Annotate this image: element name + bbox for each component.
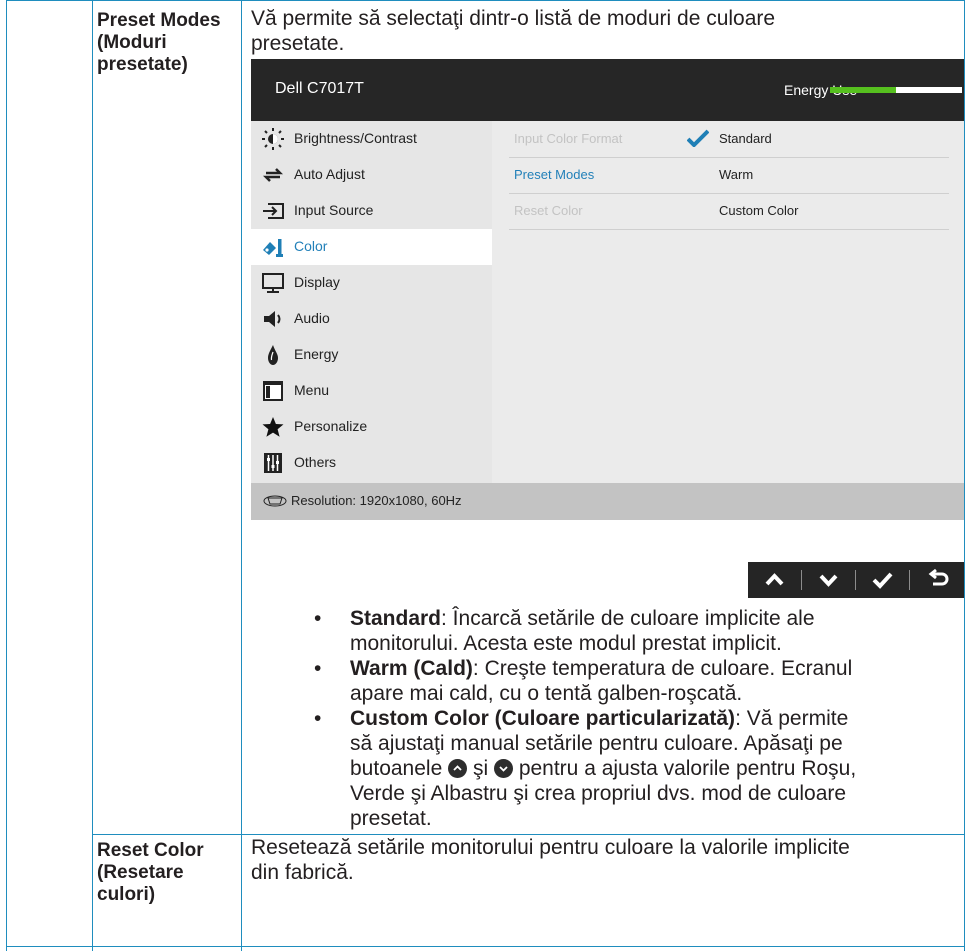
bullet-term: Warm (Cald) xyxy=(350,657,473,680)
submenu-row-preset-modes[interactable]: Preset Modes Warm xyxy=(509,157,949,194)
up-arrow-icon xyxy=(765,573,784,586)
menu-item-others[interactable]: Others xyxy=(251,445,492,481)
bullet-term: Standard xyxy=(350,607,442,630)
menu-item-label: Personalize xyxy=(294,418,368,434)
table-border-right xyxy=(964,0,965,951)
input-source-icon xyxy=(263,203,284,219)
table-border-col2 xyxy=(241,0,242,951)
osd-title: Dell C7017T xyxy=(275,80,364,97)
auto-adjust-icon xyxy=(262,168,284,182)
submenu-label: Reset Color xyxy=(514,203,583,218)
osd-header: Dell C7017T Energy Use xyxy=(251,59,964,121)
submenu-row-reset-color[interactable]: Reset Color Custom Color xyxy=(509,193,949,230)
energy-icon xyxy=(268,345,278,365)
bullet-custom-color: Custom Color (Culoare particularizată): … xyxy=(350,707,857,830)
bullet-standard: Standard: Încarcă setările de culoare im… xyxy=(350,607,815,655)
menu-item-label: Auto Adjust xyxy=(294,166,365,182)
bullet-term: Custom Color (Culoare particularizată) xyxy=(350,707,736,730)
submenu-value: Warm xyxy=(719,167,754,182)
submenu-value: Standard xyxy=(719,131,772,146)
bullet-marker: • xyxy=(314,607,322,630)
menu-item-label: Others xyxy=(294,454,337,470)
row-desc-preset-modes: Vă permite să selectaţi dintr-o listă de… xyxy=(251,7,776,55)
star-icon xyxy=(262,417,284,437)
menu-item-brightness-contrast[interactable]: Brightness/Contrast xyxy=(251,121,492,157)
osd-submenu-panel: Input Color Format Standard Preset Modes… xyxy=(492,121,964,483)
osd-footer: Resolution: 1920x1080, 60Hz xyxy=(251,483,964,520)
table-border-bottom xyxy=(6,946,965,947)
menu-item-label: Color xyxy=(294,238,328,254)
down-button[interactable] xyxy=(802,562,855,598)
brightness-icon xyxy=(262,128,284,150)
submenu-label: Preset Modes xyxy=(514,167,595,182)
vga-connector-icon xyxy=(263,495,287,507)
others-icon xyxy=(264,453,282,473)
energy-use-bar xyxy=(830,87,962,93)
resolution-text: Resolution: 1920x1080, 60Hz xyxy=(291,493,462,508)
menu-item-menu[interactable]: Menu xyxy=(251,373,492,409)
row-desc-reset-color: Resetează setările monitorului pentru cu… xyxy=(251,836,850,884)
menu-item-label: Audio xyxy=(294,310,330,326)
display-icon xyxy=(262,273,284,293)
menu-item-audio[interactable]: Audio xyxy=(251,301,492,337)
ok-button[interactable] xyxy=(856,562,909,598)
back-icon xyxy=(928,568,949,586)
row-label-preset-modes: Preset Modes (Moduri presetate) xyxy=(97,10,221,75)
menu-item-label: Input Source xyxy=(294,202,374,218)
osd-main-menu: Brightness/Contrast Auto Adjust Input So… xyxy=(251,121,492,483)
row-label-reset-color: Reset Color (Resetare culori) xyxy=(97,840,204,905)
down-arrow-icon xyxy=(819,574,838,587)
menu-item-color[interactable]: Color xyxy=(251,229,492,265)
checkmark-icon xyxy=(872,572,893,589)
submenu-label: Input Color Format xyxy=(514,131,623,146)
menu-item-personalize[interactable]: Personalize xyxy=(251,409,492,445)
up-button-icon xyxy=(448,759,468,778)
menu-item-energy[interactable]: Energy xyxy=(251,337,492,373)
submenu-row-input-color-format[interactable]: Input Color Format Standard xyxy=(509,121,949,158)
audio-icon xyxy=(264,311,281,327)
energy-use-fill xyxy=(830,87,896,93)
table-border-left xyxy=(6,0,7,951)
menu-item-display[interactable]: Display xyxy=(251,265,492,301)
osd-menu-screenshot: Dell C7017T Energy Use Brightness/Contra… xyxy=(251,59,964,520)
menu-item-input-source[interactable]: Input Source xyxy=(251,193,492,229)
menu-icon xyxy=(263,381,283,401)
back-button[interactable] xyxy=(910,562,963,598)
menu-item-label: Display xyxy=(294,274,340,290)
menu-item-auto-adjust[interactable]: Auto Adjust xyxy=(251,157,492,193)
menu-item-label: Energy xyxy=(294,346,339,362)
table-border-top xyxy=(6,0,965,1)
color-icon xyxy=(263,239,283,257)
bullet-warm: Warm (Cald): Creşte temperatura de culoa… xyxy=(350,657,853,705)
menu-item-label: Brightness/Contrast xyxy=(294,130,417,146)
down-button-icon xyxy=(493,759,513,778)
osd-navigation-buttons xyxy=(748,562,964,598)
menu-item-label: Menu xyxy=(294,382,330,398)
up-button[interactable] xyxy=(748,562,801,598)
bullet-marker: • xyxy=(314,707,322,730)
submenu-value: Custom Color xyxy=(719,203,799,218)
table-border-col1 xyxy=(92,0,93,951)
bullet-marker: • xyxy=(314,657,322,680)
checkmark-icon xyxy=(687,129,709,147)
